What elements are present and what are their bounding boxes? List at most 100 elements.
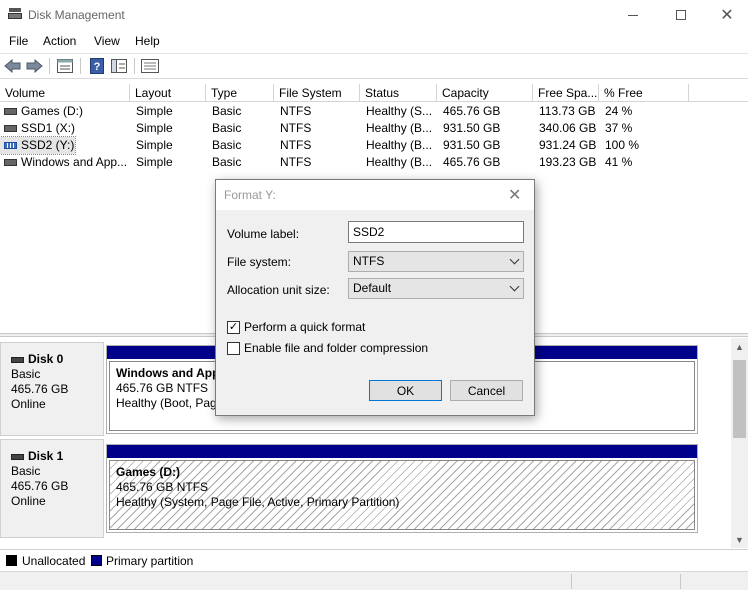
format-dialog: Format Y: ✕ Volume label: SSD2 File syst… [215,179,535,416]
disk-1-partitions: Games (D:) 465.76 GB NTFS Healthy (Syste… [106,444,698,533]
file-system-select[interactable]: NTFS [348,251,524,272]
allocation-unit-select[interactable]: Default [348,278,524,299]
partition-size-fs: 465.76 GB NTFS [116,480,209,494]
settings-list-icon [141,59,159,73]
hard-disk-icon [4,159,17,166]
fs-cell: NTFS [280,104,312,118]
close-button[interactable]: ✕ [704,0,748,30]
scroll-down-icon[interactable]: ▼ [731,531,748,548]
col-status[interactable]: Status [360,84,437,102]
disk-state: Online [11,397,46,411]
forward-arrow-icon [26,59,43,73]
console-icon [111,59,127,73]
capacity-cell: 931.50 GB [443,138,501,152]
status-cell: Healthy (B... [366,138,433,152]
dialog-title: Format Y: [224,188,276,202]
partition-games[interactable]: Games (D:) 465.76 GB NTFS Healthy (Syste… [109,460,695,530]
layout-cell: Simple [136,121,173,135]
capacity-cell: 931.50 GB [443,121,501,135]
disk-0-label[interactable]: Disk 0 Basic 465.76 GB Online [0,342,104,436]
col-layout[interactable]: Layout [130,84,206,102]
scroll-thumb[interactable] [733,360,746,438]
help-button[interactable]: ? [87,57,107,75]
chevron-down-icon [509,254,520,265]
capacity-cell: 465.76 GB [443,104,501,118]
col-volume[interactable]: Volume [0,84,130,102]
cancel-button[interactable]: Cancel [450,380,523,401]
volume-name: Games (D:) [21,104,84,118]
properties-button[interactable] [55,57,75,75]
type-cell: Basic [212,104,242,118]
maximize-icon [676,10,686,20]
file-system-caption: File system: [227,255,292,269]
partition-name: Games (D:) [116,465,181,479]
volume-label-caption: Volume label: [227,227,300,241]
col-capacity[interactable]: Capacity [437,84,533,102]
free-space-cell: 113.73 GB [539,104,596,118]
disk-type: Basic [11,464,41,478]
console-button[interactable] [109,57,129,75]
quick-format-option[interactable]: ✓ Perform a quick format [227,320,365,334]
ssd-disk-icon [4,142,17,149]
status-cell: Healthy (S... [366,104,433,118]
capacity-cell: 465.76 GB [443,155,501,169]
status-bar [0,571,748,590]
properties-icon [57,59,73,73]
disk-icon [11,453,24,460]
compression-option[interactable]: Enable file and folder compression [227,341,428,355]
quick-format-checkbox[interactable]: ✓ [227,320,240,334]
type-cell: Basic [212,121,242,135]
disk-type: Basic [11,367,41,381]
free-space-cell: 931.24 GB [539,138,597,152]
disk-1-label[interactable]: Disk 1 Basic 465.76 GB Online [0,439,104,538]
title-bar: Disk Management ✕ [0,0,748,30]
compression-checkbox[interactable] [227,341,240,355]
status-cell: Healthy (B... [366,155,433,169]
legend-primary-partition: Primary partition [106,554,194,568]
hard-disk-icon [4,125,17,132]
forward-button[interactable] [24,57,44,75]
allocation-unit-caption: Allocation unit size: [227,283,330,297]
svg-text:?: ? [94,61,101,73]
ok-button[interactable]: OK [369,380,442,401]
window-title: Disk Management [28,8,125,22]
col-file-system[interactable]: File System [274,84,360,102]
close-icon: ✕ [720,7,734,24]
dialog-close-icon[interactable]: ✕ [508,185,521,205]
settings-list-button[interactable] [140,57,160,75]
back-arrow-icon [4,59,21,73]
volume-label-input[interactable]: SSD2 [348,221,524,243]
disk-view-scrollbar[interactable]: ▲ ▼ [731,338,748,548]
col-percent-free[interactable]: % Free [599,84,689,102]
menu-view[interactable]: View [94,34,120,48]
hard-disk-icon [4,108,17,115]
table-row[interactable]: Games (D:) Simple Basic NTFS Healthy (S.… [0,103,748,120]
disk-size: 465.76 GB [11,382,69,396]
primary-partition-bar [107,445,697,458]
menu-file[interactable]: File [9,34,28,48]
scroll-up-icon[interactable]: ▲ [731,338,748,355]
legend: Unallocated Primary partition [0,549,748,571]
percent-free-cell: 41 % [605,155,633,169]
menu-action[interactable]: Action [43,34,76,48]
disk-size: 465.76 GB [11,479,69,493]
file-system-value: NTFS [353,254,385,268]
menu-help[interactable]: Help [135,34,160,48]
fs-cell: NTFS [280,138,312,152]
unallocated-swatch [6,555,17,566]
percent-free-cell: 24 % [605,104,633,118]
free-space-cell: 193.23 GB [539,155,597,169]
table-row[interactable]: SSD1 (X:) Simple Basic NTFS Healthy (B..… [0,120,748,137]
disk-name: Disk 0 [28,352,64,366]
fs-cell: NTFS [280,155,312,169]
maximize-button[interactable] [658,0,704,30]
menu-bar: File Action View Help [0,30,748,52]
col-free-space[interactable]: Free Spa... [533,84,599,102]
table-row[interactable]: SSD2 (Y:) Simple Basic NTFS Healthy (B..… [0,136,748,155]
col-type[interactable]: Type [206,84,274,102]
minimize-button[interactable] [610,0,656,30]
volume-name: Windows and App... [21,155,128,169]
back-button[interactable] [3,57,23,75]
table-row[interactable]: Windows and App... Simple Basic NTFS Hea… [0,154,748,171]
layout-cell: Simple [136,104,173,118]
